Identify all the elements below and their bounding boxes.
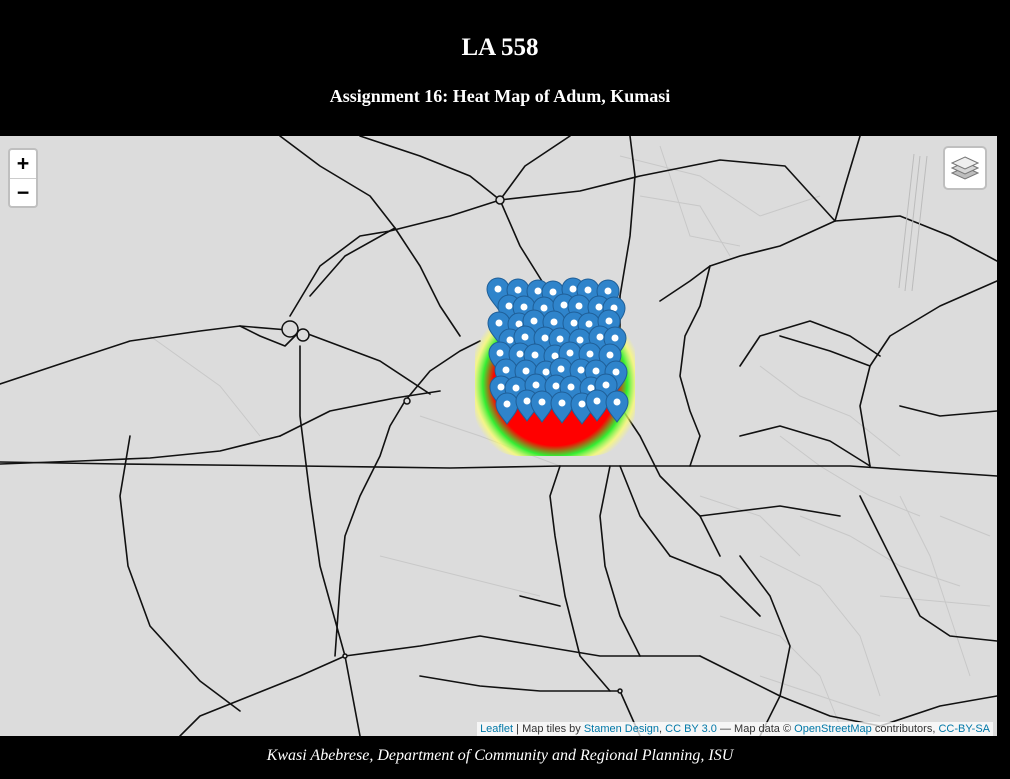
page-title: LA 558 [461, 34, 539, 61]
zoom-control: + − [8, 148, 38, 208]
leaflet-link[interactable]: Leaflet [480, 723, 513, 735]
page-footer: Kwasi Abebrese, Department of Community … [266, 747, 734, 764]
map-base-layer [0, 136, 997, 736]
osm-link[interactable]: OpenStreetMap [794, 723, 872, 735]
zoom-out-button[interactable]: − [10, 179, 36, 207]
attribution-text: | Map tiles by [513, 723, 584, 735]
marker-layer [486, 277, 629, 425]
stamen-link[interactable]: Stamen Design [584, 723, 659, 735]
attribution-text: — Map data © [716, 723, 795, 735]
layers-icon [951, 156, 979, 180]
page-header: LA 558 Assignment 16: Heat Map of Adum, … [0, 0, 1000, 136]
page-subtitle: Assignment 16: Heat Map of Adum, Kumasi [329, 86, 671, 106]
attribution-text: contributors, [871, 723, 939, 735]
map-container[interactable]: + − Leaflet | Map tiles by Stamen Design… [0, 136, 997, 736]
map-attribution: Leaflet | Map tiles by Stamen Design, CC… [477, 722, 993, 736]
layers-control-button[interactable] [943, 146, 987, 190]
cc-by-link[interactable]: CC BY 3.0 [665, 723, 717, 735]
zoom-in-button[interactable]: + [10, 150, 36, 179]
cc-by-sa-link[interactable]: CC-BY-SA [938, 723, 990, 735]
